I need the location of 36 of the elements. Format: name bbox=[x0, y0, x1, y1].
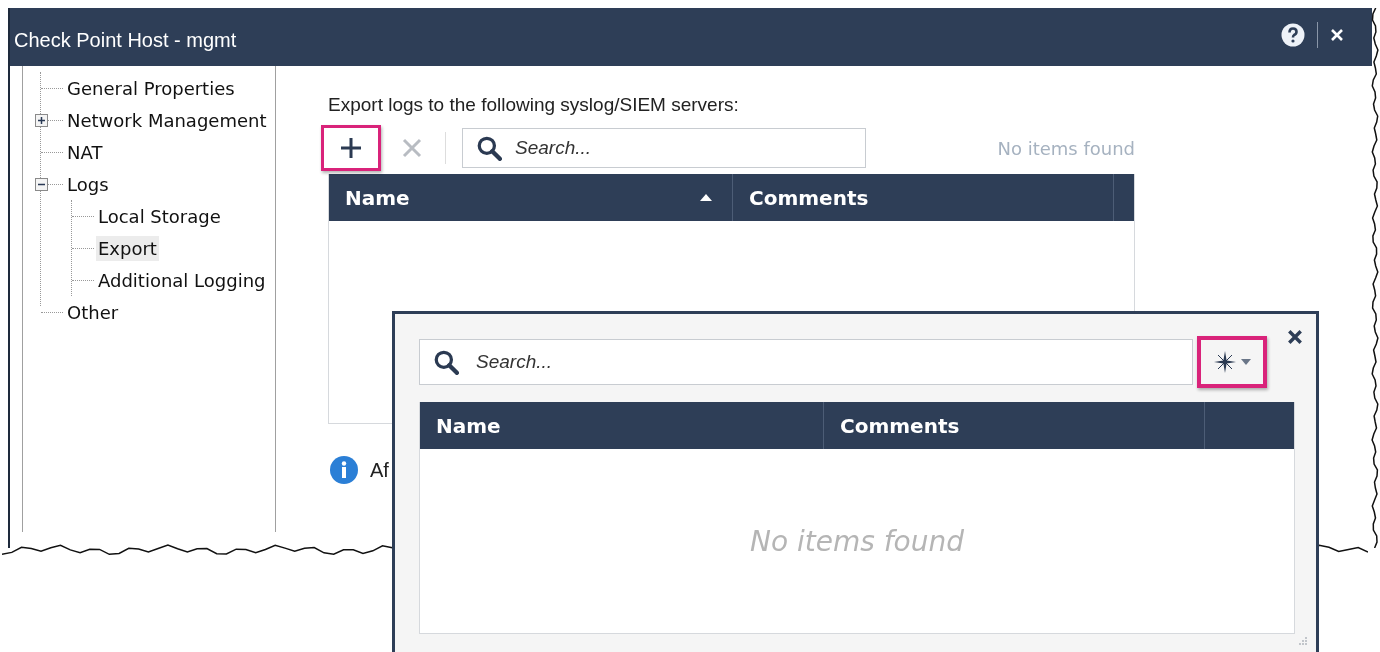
window-title: Check Point Host - mgmt bbox=[14, 28, 237, 52]
column-title: Comments bbox=[840, 413, 960, 438]
search-icon bbox=[476, 135, 502, 161]
empty-message: No items found bbox=[750, 524, 964, 558]
resize-grip-icon[interactable] bbox=[1298, 636, 1308, 646]
tree-item[interactable]: NAT bbox=[65, 139, 105, 165]
tree-item[interactable]: Additional Logging bbox=[96, 267, 268, 293]
caret-icon bbox=[1241, 359, 1252, 365]
column-header[interactable]: Comments bbox=[824, 402, 1205, 449]
info-icon bbox=[330, 456, 358, 484]
status-text: No items found bbox=[997, 137, 1135, 159]
plus-icon bbox=[339, 136, 363, 160]
search-field[interactable]: Search... bbox=[419, 339, 1194, 385]
column-header[interactable]: Name bbox=[420, 402, 824, 449]
search-field[interactable]: Search... bbox=[462, 128, 866, 168]
column-title: Name bbox=[436, 413, 501, 438]
search-icon bbox=[433, 349, 459, 375]
info-text: Af bbox=[370, 458, 389, 482]
tree-item[interactable]: Export bbox=[96, 235, 159, 261]
tree-item[interactable]: Local Storage bbox=[96, 203, 223, 229]
expand-icon[interactable] bbox=[35, 114, 48, 127]
delete-icon bbox=[402, 138, 422, 158]
column-title: Comments bbox=[749, 185, 869, 210]
help-icon[interactable] bbox=[1281, 23, 1305, 47]
tree-item[interactable]: Logs bbox=[65, 171, 111, 197]
tree-item[interactable]: General Properties bbox=[65, 75, 237, 101]
column-header[interactable]: Name bbox=[329, 174, 733, 221]
close-icon[interactable] bbox=[1287, 329, 1303, 345]
new-item-button[interactable] bbox=[1197, 336, 1267, 388]
tree-item[interactable]: Network Management bbox=[65, 107, 269, 133]
tree-item[interactable]: Other bbox=[65, 299, 121, 325]
section-heading: Export logs to the following syslog/SIEM servers: bbox=[328, 94, 740, 117]
add-button[interactable] bbox=[321, 125, 381, 171]
column-header[interactable]: Comments bbox=[733, 174, 1114, 221]
collapse-icon[interactable] bbox=[35, 178, 48, 191]
column-title: Name bbox=[345, 185, 410, 210]
